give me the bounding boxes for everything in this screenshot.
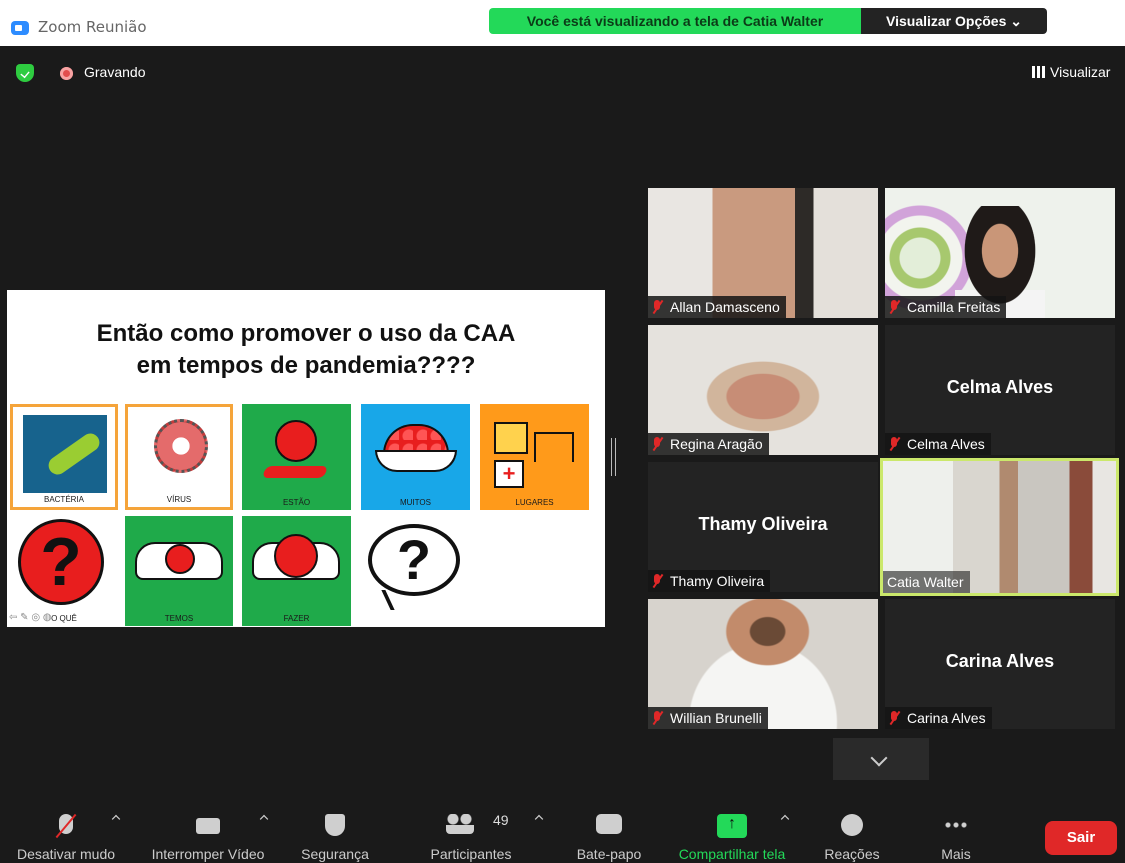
participant-tile[interactable]: Regina Aragão	[648, 325, 878, 455]
smiley-plus-icon	[841, 814, 863, 836]
participant-center-name: Celma Alves	[946, 377, 1054, 397]
symbol-caption: ESTÃO	[282, 498, 311, 507]
chevron-down-icon	[870, 749, 888, 767]
share-screen-arrow-icon	[717, 814, 747, 838]
pcs-symbol-bacteria: BACTÉRIA	[10, 404, 118, 510]
more-label: Mais	[941, 846, 971, 862]
recording-icon	[60, 67, 73, 80]
participant-name: Carina Alves	[907, 710, 986, 726]
pcs-symbol-fazer: FAZER	[242, 516, 351, 626]
participant-tile[interactable]: Thamy Oliveira Thamy Oliveira	[648, 462, 878, 592]
participant-name: Catia Walter	[887, 574, 964, 590]
reactions-label: Reações	[824, 846, 880, 862]
participants-options-caret[interactable]	[534, 814, 544, 824]
meeting-toolbar: Desativar mudo Interromper Vídeo Seguran…	[0, 800, 1125, 863]
slide-title-line-2: em tempos de pandemia????	[136, 352, 476, 379]
video-camera-icon	[196, 818, 220, 834]
share-label: Compartilhar tela	[678, 846, 786, 862]
recording-label: Gravando	[84, 64, 146, 80]
pcs-symbol-estao: ESTÃO	[242, 404, 351, 510]
participant-tile[interactable]: Celma Alves Celma Alves	[885, 325, 1115, 455]
participant-name: Allan Damasceno	[670, 299, 780, 315]
participants-count: 49	[493, 812, 509, 828]
house-image	[494, 422, 528, 454]
ball-image	[275, 420, 317, 462]
muted-mic-icon	[652, 437, 662, 451]
grid-view-icon	[1032, 66, 1045, 78]
participant-name: Willian Brunelli	[670, 710, 762, 726]
symbol-caption: BACTÉRIA	[43, 495, 84, 504]
leave-meeting-button[interactable]: Sair	[1045, 821, 1117, 855]
view-label: Visualizar	[1050, 64, 1111, 80]
shared-screen: Então como promover o uso da CAA em temp…	[7, 290, 605, 627]
question-mark-image: ?	[18, 519, 104, 605]
participants-icon	[446, 814, 474, 834]
slide-title: Então como promover o uso da CAA em temp…	[7, 318, 605, 382]
participant-name: Regina Aragão	[670, 436, 763, 452]
participant-tile-active-speaker[interactable]: Catia Walter	[880, 458, 1119, 596]
gallery-scroll-down-button[interactable]	[833, 738, 929, 780]
share-screen-button[interactable]: Compartilhar tela	[668, 810, 796, 862]
participant-tile[interactable]: Carina Alves Carina Alves	[885, 599, 1115, 729]
mute-label: Desativar mudo	[16, 846, 116, 862]
participants-label: Participantes	[430, 846, 512, 862]
muted-mic-icon	[889, 711, 899, 725]
stop-video-button[interactable]: Interromper Vídeo	[140, 810, 276, 862]
view-options-button[interactable]: Visualizar Opções ⌄	[861, 8, 1047, 34]
pcs-symbol-lugares: + LUGARES	[480, 404, 589, 510]
swing-image	[534, 432, 574, 462]
panel-resize-handle[interactable]	[611, 438, 616, 476]
gallery-view-button[interactable]: Visualizar	[1032, 64, 1110, 80]
more-button[interactable]: Mais	[920, 810, 992, 862]
speech-bubble-question-symbol: ?	[362, 518, 472, 616]
chat-bubble-icon	[596, 814, 622, 834]
slide-navigation-tools[interactable]: ⇦ ✎ ◎ ◍	[9, 612, 52, 623]
video-label: Interromper Vídeo	[151, 846, 265, 862]
slide-title-line-1: Então como promover o uso da CAA	[96, 320, 516, 347]
pcs-symbol-virus: VÍRUS	[125, 404, 233, 510]
participant-tile[interactable]: Camilla Freitas	[885, 188, 1115, 318]
pcs-symbol-temos: TEMOS	[125, 516, 233, 626]
muted-mic-icon	[889, 437, 899, 451]
reactions-button[interactable]: Reações	[812, 810, 892, 862]
participant-name: Thamy Oliveira	[670, 573, 765, 589]
participant-tile[interactable]: Allan Damasceno	[648, 188, 878, 318]
speech-bubble-icon: ?	[368, 524, 460, 596]
symbol-caption: FAZER	[283, 614, 310, 623]
pcs-symbol-muitos: MUITOS	[361, 404, 470, 510]
chat-button[interactable]: Bate-papo	[566, 810, 652, 862]
muted-mic-icon	[652, 711, 662, 725]
pcs-symbol-o-que: ? O QUÊ	[10, 516, 118, 626]
zoom-app-icon	[11, 21, 29, 35]
security-button[interactable]: Segurança	[290, 810, 380, 862]
participant-name: Camilla Freitas	[907, 299, 1001, 315]
encryption-shield-icon[interactable]	[16, 64, 34, 82]
symbol-caption: VÍRUS	[166, 495, 192, 504]
symbol-caption: TEMOS	[164, 614, 194, 623]
participant-center-name: Carina Alves	[945, 651, 1055, 671]
symbol-caption: MUITOS	[400, 498, 431, 507]
chat-label: Bate-papo	[576, 846, 642, 862]
participants-button[interactable]: 49 Participantes	[420, 810, 522, 862]
hospital-image: +	[494, 460, 524, 488]
muted-mic-icon	[652, 300, 662, 314]
security-label: Segurança	[301, 846, 369, 862]
participant-center-name: Thamy Oliveira	[698, 514, 828, 534]
screen-share-banner: Você está visualizando a tela de Catia W…	[489, 8, 861, 34]
participant-tile[interactable]: Willian Brunelli	[648, 599, 878, 729]
muted-mic-icon	[652, 574, 662, 588]
security-shield-icon	[325, 814, 345, 836]
muted-mic-icon	[889, 300, 899, 314]
more-dots-icon	[944, 822, 968, 828]
bacteria-image	[23, 415, 107, 493]
virus-image	[154, 419, 208, 473]
participant-name: Celma Alves	[907, 436, 985, 452]
symbol-caption: LUGARES	[515, 498, 554, 507]
window-title: Zoom Reunião	[38, 18, 147, 36]
